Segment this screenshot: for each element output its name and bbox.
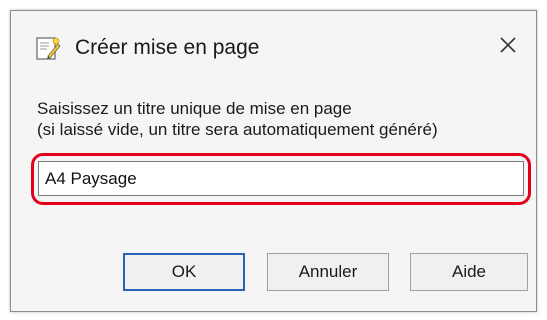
- title-bar: Créer mise en page: [11, 11, 536, 73]
- close-icon[interactable]: [498, 35, 518, 60]
- close-button[interactable]: [490, 29, 526, 65]
- cancel-button[interactable]: Annuler: [267, 253, 389, 291]
- dialog-title: Créer mise en page: [75, 36, 260, 59]
- layout-title-input[interactable]: [38, 161, 524, 196]
- instructions-text: Saisissez un titre unique de mise en pag…: [37, 98, 438, 140]
- layout-page-icon: [35, 35, 61, 61]
- instruction-line-1: Saisissez un titre unique de mise en pag…: [37, 99, 352, 118]
- ok-button[interactable]: OK: [123, 253, 245, 291]
- create-layout-dialog: Créer mise en page Saisissez un titre un…: [10, 10, 537, 312]
- instruction-line-2: (si laissé vide, un titre sera automatiq…: [37, 120, 438, 139]
- help-button[interactable]: Aide: [410, 253, 528, 291]
